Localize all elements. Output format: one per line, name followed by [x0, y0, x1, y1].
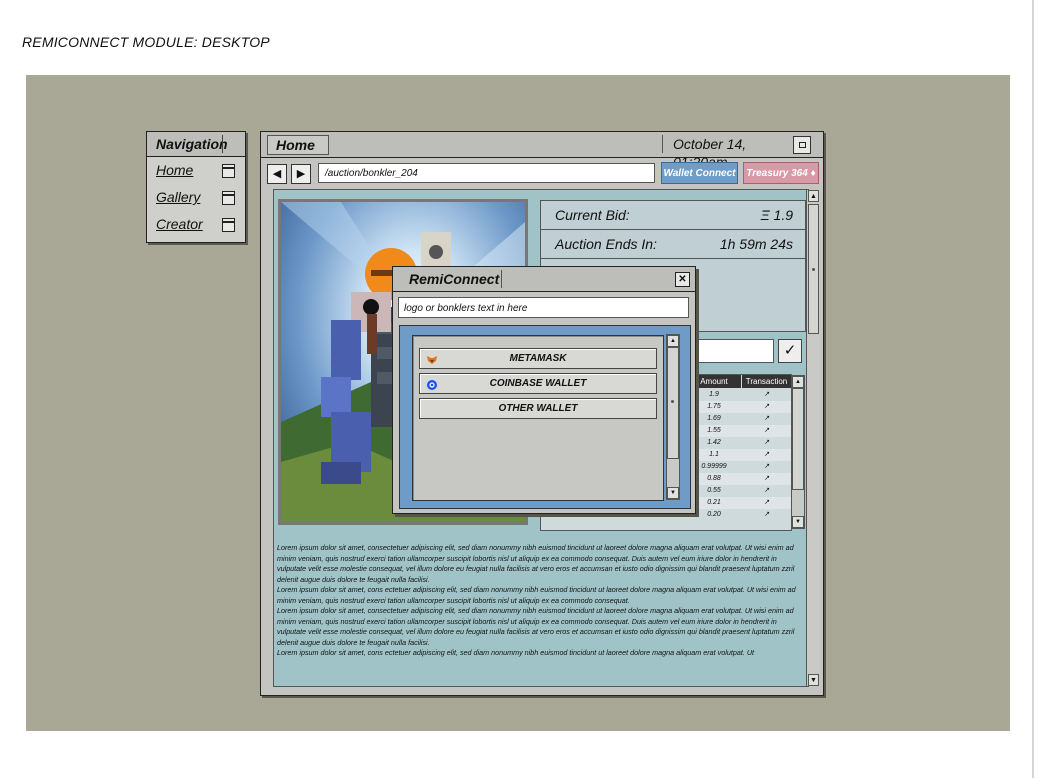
external-link-icon[interactable]: ↗: [761, 473, 773, 485]
scroll-up-arrow-icon[interactable]: ▲: [808, 190, 819, 202]
wallet-list: METAMASK COINBASE WALLET OTHER WALLET: [412, 335, 664, 501]
auction-ends-label: Auction Ends In:: [555, 236, 657, 252]
description-paragraph: Lorem ipsum dolor sit amet, consectetuer…: [277, 606, 795, 647]
window-icon[interactable]: [222, 218, 235, 232]
right-divider: [1032, 0, 1034, 778]
back-button[interactable]: ◀: [267, 164, 287, 184]
nav-item-label: Creator: [156, 216, 203, 232]
scroll-down-arrow-icon[interactable]: ▼: [808, 674, 819, 686]
auction-ends-value: 1h 59m 24s: [719, 236, 793, 252]
scroll-thumb[interactable]: [667, 347, 679, 459]
bids-table-scrollbar[interactable]: ▲ ▼: [791, 375, 805, 529]
page-caption: REMICONNECT MODULE: DESKTOP: [22, 34, 270, 50]
arrow-left-icon: ◀: [272, 168, 282, 180]
option-label: OTHER WALLET: [498, 403, 578, 414]
wallet-options-panel: METAMASK COINBASE WALLET OTHER WALLET ▲ …: [399, 325, 691, 509]
window-icon[interactable]: [222, 191, 235, 205]
checkmark-icon: ✓: [783, 342, 797, 359]
scroll-down-arrow-icon[interactable]: ▼: [667, 487, 679, 499]
external-link-icon[interactable]: ↗: [761, 389, 773, 401]
scroll-up-arrow-icon[interactable]: ▲: [667, 335, 679, 347]
navigation-title-text: Navigation: [156, 136, 228, 152]
scroll-thumb[interactable]: [808, 204, 819, 334]
navigation-title: Navigation: [147, 132, 245, 157]
modal-title: RemiConnect: [401, 270, 502, 288]
external-link-icon[interactable]: ↗: [761, 401, 773, 413]
external-link-icon[interactable]: ↗: [761, 461, 773, 473]
window-toggle-button[interactable]: [793, 136, 811, 154]
external-link-icon[interactable]: ↗: [761, 485, 773, 497]
metamask-button[interactable]: METAMASK: [419, 348, 657, 369]
current-bid-value: Ξ 1.9: [760, 207, 793, 223]
other-wallet-button[interactable]: OTHER WALLET: [419, 398, 657, 419]
external-link-icon[interactable]: ↗: [761, 425, 773, 437]
forward-button[interactable]: ▶: [291, 164, 311, 184]
external-link-icon[interactable]: ↗: [761, 497, 773, 509]
coinbase-icon: [427, 378, 437, 390]
description-paragraph: Lorem ipsum dolor sit amet, consectetuer…: [277, 543, 795, 584]
window-titlebar: Home October 14, 01:20am: [261, 132, 823, 170]
current-bid-row: Current Bid: Ξ 1.9: [541, 201, 805, 230]
artwork-description: Lorem ipsum dolor sit amet, consectetuer…: [277, 543, 799, 659]
option-label: METAMASK: [509, 353, 567, 364]
metamask-fox-icon: [427, 353, 437, 364]
datetime-display: October 14, 01:20am: [662, 135, 799, 170]
arrow-right-icon: ▶: [296, 168, 306, 180]
nav-item-label: Home: [156, 162, 194, 178]
scroll-up-arrow-icon[interactable]: ▲: [792, 376, 804, 388]
navigation-window: Navigation Home Gallery Creator: [146, 131, 246, 243]
scroll-thumb[interactable]: [792, 388, 804, 490]
column-header-transaction: Transaction: [742, 375, 791, 388]
close-button[interactable]: ✕: [675, 272, 690, 287]
wallet-connect-button[interactable]: Wallet Connect: [661, 162, 738, 184]
current-bid-label: Current Bid:: [555, 207, 630, 223]
nav-item-gallery[interactable]: Gallery: [147, 184, 245, 211]
remiconnect-modal: RemiConnect ✕ logo or bonklers text in h…: [392, 266, 696, 514]
close-icon: ✕: [678, 274, 687, 285]
submit-bid-button[interactable]: ✓: [778, 339, 802, 363]
external-link-icon[interactable]: ↗: [761, 437, 773, 449]
description-paragraph: Lorem ipsum dolor sit amet, cons ectetue…: [277, 585, 796, 605]
external-link-icon[interactable]: ↗: [761, 449, 773, 461]
nav-item-label: Gallery: [156, 189, 201, 205]
external-link-icon[interactable]: ↗: [761, 413, 773, 425]
logo-text-field[interactable]: logo or bonklers text in here: [398, 297, 689, 318]
description-paragraph: Lorem ipsum dolor sit amet, cons ectetue…: [277, 648, 755, 657]
scroll-down-arrow-icon[interactable]: ▼: [792, 516, 804, 528]
tab-home[interactable]: Home: [267, 135, 329, 155]
treasury-button[interactable]: Treasury 364 ♦: [743, 162, 819, 184]
auction-ends-row: Auction Ends In: 1h 59m 24s: [541, 230, 805, 259]
modal-titlebar: RemiConnect ✕: [393, 267, 695, 292]
nav-item-home[interactable]: Home: [147, 157, 245, 184]
coinbase-wallet-button[interactable]: COINBASE WALLET: [419, 373, 657, 394]
option-label: COINBASE WALLET: [489, 378, 587, 389]
wallet-list-scrollbar[interactable]: ▲ ▼: [666, 334, 680, 500]
address-bar[interactable]: /auction/bonkler_204: [318, 163, 655, 183]
main-scrollbar[interactable]: ▲ ▼: [806, 190, 820, 686]
title-separator: [222, 135, 223, 153]
window-icon[interactable]: [222, 164, 235, 178]
external-link-icon[interactable]: ↗: [761, 509, 773, 521]
nav-item-creator[interactable]: Creator: [147, 211, 245, 238]
bid-input[interactable]: [694, 339, 774, 363]
